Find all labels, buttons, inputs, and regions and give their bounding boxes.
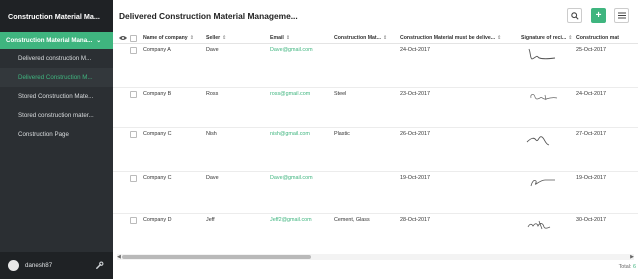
add-button[interactable]: + [591, 8, 606, 23]
scrollbar-thumb[interactable] [122, 255, 311, 259]
total-value: 6 [633, 264, 636, 270]
table-row[interactable]: Company C Nish nish@gmail.com Plastic 26… [113, 128, 638, 172]
column-header-signature[interactable]: Signature of reci... ⇕ [521, 32, 575, 44]
menu-button[interactable] [614, 8, 629, 23]
sidebar-group-label: Construction Material Mana... [6, 37, 93, 44]
sidebar: Construction Material Ma... Construction… [0, 0, 113, 279]
user-bar: danesh87 [0, 252, 113, 279]
sidebar-item-delivered-1[interactable]: Delivered construction M... [0, 49, 113, 68]
select-all-checkbox[interactable] [130, 34, 137, 42]
cell-material: Steel [334, 91, 347, 97]
cell-company: Company C [143, 131, 172, 137]
horizontal-scrollbar[interactable]: ◀ ▶ [117, 254, 634, 260]
username: danesh87 [25, 262, 53, 269]
cell-seller: Nish [206, 131, 217, 137]
cell-seller: Ross [206, 91, 219, 97]
cell-construction-date: 27-Oct-2017 [576, 131, 606, 137]
signature-image [530, 179, 555, 187]
cell-email[interactable]: nish@gmail.com [270, 128, 310, 140]
row-checkbox[interactable] [130, 217, 137, 224]
cell-must-deliver: 24-Oct-2017 [400, 47, 430, 53]
search-button[interactable] [567, 8, 582, 23]
row-checkbox[interactable] [130, 131, 137, 138]
cell-material: Plastic [334, 131, 350, 137]
cell-email[interactable]: Dave@gmail.com [270, 44, 313, 56]
app-title: Construction Material Ma... [0, 0, 113, 32]
cell-construction-date: 19-Oct-2017 [576, 175, 606, 181]
sidebar-item-stored-2[interactable]: Stored construction mater... [0, 106, 113, 125]
cell-company: Company B [143, 91, 172, 97]
table-row[interactable]: Company D Jeff Jeff2@gmail.com Cement, G… [113, 214, 638, 252]
cell-must-deliver: 19-Oct-2017 [400, 175, 430, 181]
scroll-right-icon[interactable]: ▶ [630, 254, 634, 260]
signature-image [528, 48, 556, 60]
cell-must-deliver: 26-Oct-2017 [400, 131, 430, 137]
signature-image [530, 94, 558, 101]
table-row[interactable]: Company B Ross ross@gmail.com Steel 23-O… [113, 88, 638, 128]
total-count: Total: 6 [619, 264, 636, 270]
data-table: Name of company ⇕ Seller ⇕ Email ⇕ Construc… [113, 32, 638, 252]
cell-company: Company C [143, 175, 172, 181]
sort-icon: ⇕ [222, 35, 227, 41]
sort-icon: ⇕ [497, 35, 502, 41]
column-header-material[interactable]: Construction Mat... ⇕ [334, 32, 399, 44]
search-icon [570, 11, 579, 20]
plus-icon: + [595, 10, 602, 21]
main-panel: Delivered Construction Material Manageme… [113, 0, 638, 279]
cell-must-deliver: 23-Oct-2017 [400, 91, 430, 97]
cell-seller: Jeff [206, 217, 215, 223]
row-checkbox[interactable] [130, 175, 137, 182]
sort-icon: ⇕ [568, 35, 573, 41]
wrench-icon[interactable] [95, 261, 104, 270]
row-checkbox[interactable] [130, 47, 137, 54]
sidebar-group-construction-management[interactable]: Construction Material Mana... ⌄ [0, 32, 113, 49]
chevron-down-icon: ⌄ [96, 38, 102, 44]
column-header-must-deliver[interactable]: Construction Material must be delive... ⇕ [400, 32, 520, 44]
cell-email[interactable]: Jeff2@gmail.com [270, 214, 312, 226]
cell-must-deliver: 28-Oct-2017 [400, 217, 430, 223]
table-header: Name of company ⇕ Seller ⇕ Email ⇕ Construc… [113, 32, 638, 44]
cell-material: Cement, Glass [334, 217, 370, 223]
table-row[interactable]: Company C Dave Dave@gmail.com 19-Oct-201… [113, 172, 638, 214]
avatar[interactable] [8, 260, 19, 271]
sort-icon: ⇕ [189, 35, 195, 41]
cell-company: Company D [143, 217, 172, 223]
signature-image [527, 220, 551, 230]
sort-icon: ⇕ [382, 35, 388, 41]
cell-construction-date: 25-Oct-2017 [576, 47, 606, 53]
table-row[interactable]: Company A Dave Dave@gmail.com 24-Oct-201… [113, 44, 638, 88]
column-header-construction-date[interactable]: Construction mat [576, 32, 638, 44]
hamburger-icon [617, 12, 626, 19]
cell-seller: Dave [206, 47, 219, 53]
signature-image [526, 136, 550, 146]
sidebar-item-construction-page[interactable]: Construction Page [0, 125, 113, 144]
column-header-email[interactable]: Email ⇕ [270, 32, 332, 44]
sort-icon: ⇕ [285, 35, 291, 41]
cell-construction-date: 30-Oct-2017 [576, 217, 606, 223]
sidebar-item-delivered-2[interactable]: Delivered Construction M... [0, 68, 113, 87]
cell-construction-date: 24-Oct-2017 [576, 91, 606, 97]
column-header-seller[interactable]: Seller ⇕ [206, 32, 268, 44]
row-checkbox[interactable] [130, 91, 137, 98]
app-window: Construction Material Ma... Construction… [0, 0, 638, 279]
eye-icon[interactable] [119, 35, 127, 41]
cell-company: Company A [143, 47, 171, 53]
page-title: Delivered Construction Material Manageme… [119, 11, 298, 21]
page-header: Delivered Construction Material Manageme… [113, 0, 638, 32]
cell-email[interactable]: Dave@gmail.com [270, 172, 313, 184]
column-header-company[interactable]: Name of company ⇕ [143, 32, 205, 44]
cell-email[interactable]: ross@gmail.com [270, 88, 310, 100]
sidebar-item-stored-1[interactable]: Stored Construction Mate... [0, 87, 113, 106]
total-label: Total: [618, 264, 632, 270]
scroll-left-icon[interactable]: ◀ [117, 254, 121, 260]
cell-seller: Dave [206, 175, 219, 181]
